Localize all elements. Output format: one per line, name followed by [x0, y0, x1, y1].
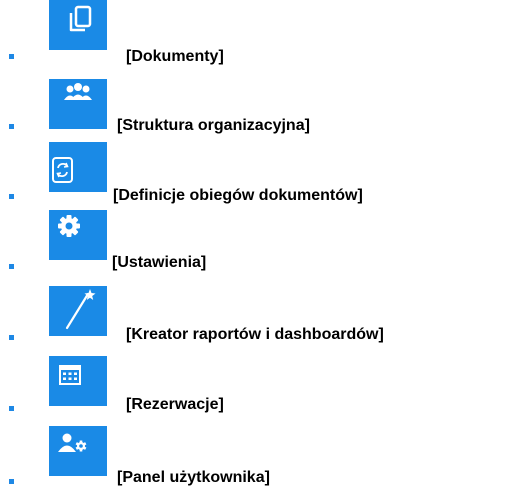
menu-item-rezerwacje[interactable]: [Rezerwacje]: [0, 350, 509, 420]
menu-item-struktura[interactable]: [Struktura organizacyjna]: [0, 70, 509, 140]
list-bullet: [9, 54, 14, 59]
list-bullet: [9, 479, 14, 484]
list-bullet: [9, 264, 14, 269]
gear-icon[interactable]: [49, 210, 107, 260]
users-group-icon[interactable]: [49, 79, 107, 129]
menu-item-dokumenty[interactable]: [Dokumenty]: [0, 0, 509, 70]
menu-item-label[interactable]: [Rezerwacje]: [126, 396, 224, 414]
menu-item-panel[interactable]: [Panel użytkownika]: [0, 420, 509, 490]
menu-item-label[interactable]: [Struktura organizacyjna]: [117, 117, 310, 135]
menu-item-definicje[interactable]: [Definicje obiegów dokumentów]: [0, 140, 509, 210]
magic-wand-icon[interactable]: [49, 286, 107, 336]
list-bullet: [9, 124, 14, 129]
list-bullet: [9, 406, 14, 411]
menu-item-label[interactable]: [Ustawienia]: [112, 254, 206, 272]
menu-item-label[interactable]: [Panel użytkownika]: [117, 469, 270, 487]
menu-item-kreator[interactable]: [Kreator raportów i dashboardów]: [0, 280, 509, 350]
menu-item-label[interactable]: [Dokumenty]: [126, 48, 224, 66]
list-bullet: [9, 194, 14, 199]
calendar-icon[interactable]: [49, 356, 107, 406]
user-settings-icon[interactable]: [49, 426, 107, 476]
document-workflow-icon[interactable]: [49, 142, 107, 192]
documents-icon[interactable]: [49, 0, 107, 50]
list-bullet: [9, 335, 14, 340]
menu-item-ustawienia[interactable]: [Ustawienia]: [0, 210, 509, 280]
menu-item-label[interactable]: [Definicje obiegów dokumentów]: [113, 187, 363, 205]
menu-item-label[interactable]: [Kreator raportów i dashboardów]: [126, 326, 384, 344]
